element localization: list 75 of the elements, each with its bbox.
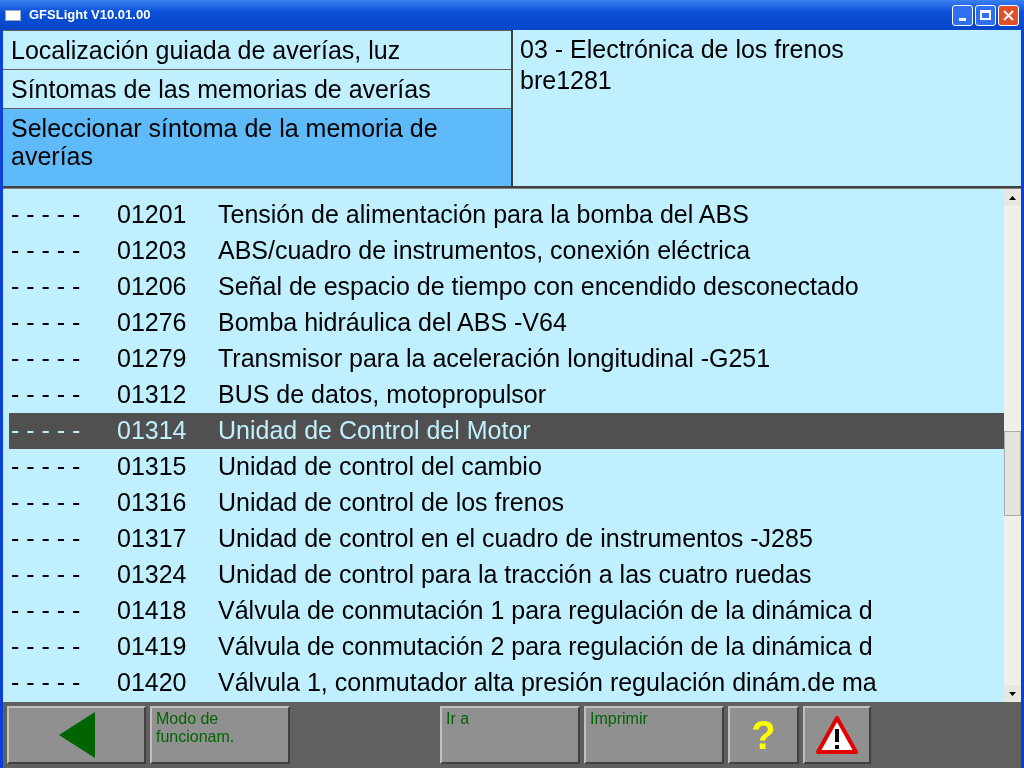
fault-code: 01276 bbox=[117, 307, 188, 339]
fault-row[interactable]: - - - - - 01316 Unidad de control de los frenos bbox=[9, 485, 1004, 521]
fault-description: ABS/cuadro de instrumentos, conexión eléctrica bbox=[218, 235, 751, 267]
scrollbar[interactable] bbox=[1004, 189, 1021, 702]
back-button[interactable] bbox=[7, 706, 146, 764]
status-text: - - - - - bbox=[10, 271, 82, 303]
status-text: - - - - - bbox=[10, 523, 82, 555]
fault-description: Válvula de conmutación 2 para regulación de la dinámica d bbox=[218, 631, 873, 663]
fault-row[interactable]: - - - - - 01420 Válvula 1, conmutador alta presión regulación dinám.de ma bbox=[9, 665, 1004, 701]
breadcrumb-item[interactable]: Seleccionar síntoma de la memoria de averías bbox=[3, 108, 511, 186]
window-title: GFSLight V10.01.00 bbox=[29, 6, 152, 25]
status-text: - - - - - bbox=[10, 487, 82, 519]
warning-icon bbox=[816, 716, 858, 754]
breadcrumb-item[interactable]: Localización guiada de averías, luz bbox=[3, 30, 511, 69]
fault-code: 01324 bbox=[117, 559, 188, 591]
fault-description: Unidad de control para la tracción a las cuatro ruedas bbox=[218, 559, 812, 591]
fault-row[interactable]: - - - - - 01314 Unidad de Control del Motor bbox=[9, 413, 1004, 449]
fault-description: Válvula de conmutación 1 para regulación de la dinámica d bbox=[218, 595, 873, 627]
status-text: - - - - - bbox=[10, 235, 82, 267]
fault-row[interactable]: - - - - - 01203 ABS/cuadro de instrumentos, conexión eléctrica bbox=[9, 233, 1004, 269]
warning-button[interactable] bbox=[803, 706, 871, 764]
close-button[interactable] bbox=[998, 4, 1019, 26]
status-text: - - - - - bbox=[10, 595, 82, 627]
status-text: - - - - - bbox=[10, 307, 82, 339]
fault-description: Señal de espacio de tiempo con encendido desconectado bbox=[218, 271, 859, 303]
status-text: - - - - - bbox=[10, 451, 82, 483]
fault-row[interactable]: - - - - - 01276 Bomba hidráulica del ABS -V64 bbox=[9, 305, 1004, 341]
fault-description: Unidad de control del cambio bbox=[218, 451, 542, 483]
fault-code: 01312 bbox=[117, 379, 188, 411]
maximize-button[interactable] bbox=[975, 4, 996, 26]
status-text: - - - - - bbox=[10, 631, 82, 663]
fault-description: Transmisor para la aceleración longitudinal -G251 bbox=[218, 343, 771, 375]
fault-code: 01279 bbox=[117, 343, 188, 375]
minimize-button[interactable] bbox=[952, 4, 973, 26]
fault-row[interactable]: - - - - - 01419 Válvula de conmutación 2 para regulación de la dinámica d bbox=[9, 629, 1004, 665]
status-text: - - - - - bbox=[10, 559, 82, 591]
scroll-up-icon[interactable] bbox=[1004, 189, 1021, 206]
status-text: - - - - - bbox=[10, 343, 82, 375]
fault-row[interactable]: - - - - - 01206 Señal de espacio de tiempo con encendido desconectado bbox=[9, 269, 1004, 305]
fault-code: 01203 bbox=[117, 235, 188, 267]
fault-code: 01314 bbox=[117, 415, 188, 447]
fault-code: 01317 bbox=[117, 523, 188, 555]
scroll-thumb[interactable] bbox=[1004, 431, 1021, 516]
fault-row[interactable]: - - - - - 01317 Unidad de control en el cuadro de instrumentos -J285 bbox=[9, 521, 1004, 557]
status-text: - - - - - bbox=[10, 415, 82, 447]
fault-description: Unidad de Control del Motor bbox=[218, 415, 531, 447]
fault-code: 01315 bbox=[117, 451, 188, 483]
scroll-down-icon[interactable] bbox=[1004, 685, 1021, 702]
fault-row[interactable]: - - - - - 01312 BUS de datos, motopropulsor bbox=[9, 377, 1004, 413]
fault-description: Unidad de control en el cuadro de instrumentos -J285 bbox=[218, 523, 813, 555]
status-text: - - - - - bbox=[10, 667, 82, 699]
fault-code: 01420 bbox=[117, 667, 188, 699]
breadcrumb-item[interactable]: Síntomas de las memorias de averías bbox=[3, 69, 511, 108]
fault-row[interactable]: - - - - - 01315 Unidad de control del cambio bbox=[9, 449, 1004, 485]
fault-row[interactable]: - - - - - 01201 Tensión de alimentación para la bomba del ABS bbox=[9, 197, 1004, 233]
info-text: 03 - Electrónica de los frenos bbox=[520, 34, 845, 65]
fault-code: 01419 bbox=[117, 631, 188, 663]
fault-row[interactable]: - - - - - 01279 Transmisor para la aceleración longitudinal -G251 bbox=[9, 341, 1004, 377]
close-icon bbox=[1003, 9, 1014, 21]
back-arrow-icon bbox=[58, 712, 95, 758]
fault-description: Unidad de control de los frenos bbox=[218, 487, 565, 519]
fault-code: 01418 bbox=[117, 595, 188, 627]
info-text: bre1281 bbox=[520, 65, 613, 96]
fault-code: 01201 bbox=[117, 199, 188, 231]
fault-description: Válvula 1, conmutador alta presión regulación dinám.de ma bbox=[218, 667, 877, 699]
fault-code: 01206 bbox=[117, 271, 188, 303]
fault-row[interactable]: - - - - - 01418 Válvula de conmutación 1 para regulación de la dinámica d bbox=[9, 593, 1004, 629]
fault-description: BUS de datos, motopropulsor bbox=[218, 379, 546, 411]
fault-description: Tensión de alimentación para la bomba del ABS bbox=[218, 199, 749, 231]
status-text: - - - - - bbox=[10, 199, 82, 231]
window-icon bbox=[5, 9, 21, 21]
fault-code: 01316 bbox=[117, 487, 188, 519]
fault-row[interactable]: - - - - - 01324 Unidad de control para la tracción a las cuatro ruedas bbox=[9, 557, 1004, 593]
status-text: - - - - - bbox=[10, 379, 82, 411]
fault-description: Bomba hidráulica del ABS -V64 bbox=[218, 307, 567, 339]
